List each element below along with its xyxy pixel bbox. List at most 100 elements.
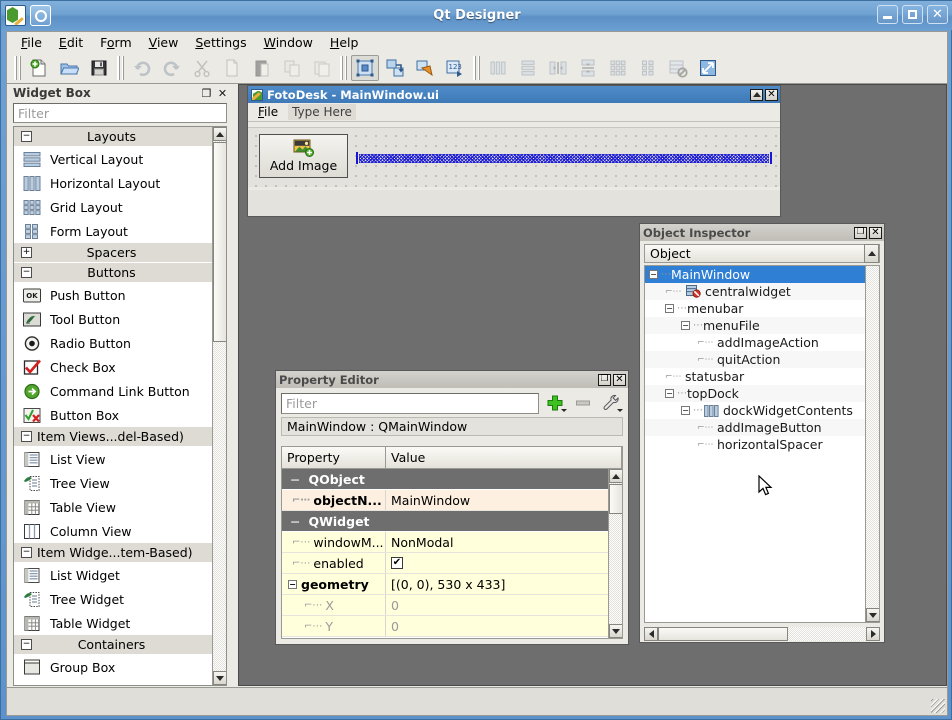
window-system-menu-icon[interactable] (30, 5, 51, 26)
save-form-button[interactable] (85, 55, 113, 81)
redo-button[interactable] (158, 55, 186, 81)
property-filter-input[interactable]: Filter (281, 392, 539, 414)
object-tree-row[interactable]: − ⋯ menubar (645, 300, 865, 317)
collapse-icon[interactable]: − (649, 270, 658, 279)
widget-box-item[interactable]: List Widget (14, 563, 212, 587)
collapse-icon[interactable]: − (21, 547, 32, 558)
layout-splitter-h-button[interactable] (544, 55, 572, 81)
scroll-left-button[interactable] (644, 627, 658, 641)
form-central-widget[interactable] (248, 190, 780, 216)
add-dynamic-property-button[interactable] (543, 392, 567, 414)
close-icon[interactable]: ✕ (216, 87, 229, 100)
layout-vertical-button[interactable] (514, 55, 542, 81)
remove-dynamic-property-button[interactable] (571, 392, 595, 414)
new-form-button[interactable] (25, 55, 53, 81)
property-sub-value-cell[interactable]: 0 (386, 616, 608, 636)
menu-view[interactable]: View (141, 33, 187, 52)
scrollbar-thumb[interactable] (609, 484, 622, 514)
widget-box-category[interactable]: − Buttons (14, 263, 212, 283)
menu-edit[interactable]: Edit (51, 33, 91, 52)
value-column-header[interactable]: Value (386, 447, 622, 469)
widget-box-item[interactable]: Command Link Button (14, 379, 212, 403)
collapse-icon[interactable]: − (290, 514, 300, 529)
object-tree-row[interactable]: − ⋯ MainWindow (645, 266, 865, 283)
maximize-button[interactable] (902, 5, 923, 24)
menu-form[interactable]: Form (92, 33, 140, 52)
scroll-down-button[interactable] (866, 608, 879, 622)
property-value-cell[interactable] (386, 553, 608, 573)
open-form-button[interactable] (55, 55, 83, 81)
widget-box-category[interactable]: − Containers (14, 635, 212, 655)
oi-header-scroll-up[interactable] (864, 244, 879, 263)
object-inspector-hscrollbar[interactable] (644, 626, 880, 642)
menu-window[interactable]: Window (256, 33, 321, 52)
collapse-icon[interactable]: − (681, 406, 690, 415)
pe-float-button[interactable]: ❐ (598, 373, 611, 386)
scrollbar-thumb[interactable] (213, 142, 226, 342)
collapse-icon[interactable]: − (21, 267, 32, 278)
property-sub-row[interactable]: ⌐⋯ X 0 (282, 595, 608, 616)
object-tree-row[interactable]: ⌐⋯ horizontalSpacer (645, 436, 865, 453)
add-image-button[interactable]: Add Image (259, 134, 348, 178)
property-row[interactable]: − geometry [(0, 0), 530 x 433] (282, 574, 608, 595)
form-menu-type-here[interactable]: Type Here (288, 104, 356, 120)
collapse-icon[interactable]: − (21, 131, 32, 142)
scroll-down-button[interactable] (609, 624, 622, 638)
object-tree-row[interactable]: ⌐⋯ addImageButton (645, 419, 865, 436)
object-tree-row[interactable]: − ⋯ dockWidgetContents (645, 402, 865, 419)
scroll-right-button[interactable] (866, 627, 880, 641)
property-group-header[interactable]: − QObject (282, 469, 608, 490)
widget-box-item[interactable]: List View (14, 447, 212, 471)
collapse-icon[interactable]: − (681, 321, 690, 330)
property-table-scrollbar[interactable] (608, 469, 622, 638)
widget-box-item[interactable]: OK Push Button (14, 283, 212, 307)
configure-property-editor-button[interactable] (599, 392, 623, 414)
widget-box-item[interactable]: Tool Button (14, 307, 212, 331)
form-restore-button[interactable] (750, 88, 763, 101)
widget-box-item[interactable]: Radio Button (14, 331, 212, 355)
widget-box-item[interactable]: Horizontal Layout (14, 171, 212, 195)
pe-close-button[interactable]: ✕ (613, 373, 626, 386)
close-button[interactable]: ✕ (927, 5, 948, 24)
copy-button[interactable] (218, 55, 246, 81)
widget-box-item[interactable]: Tree Widget (14, 587, 212, 611)
object-tree-row[interactable]: ⌐⋯ statusbar (645, 368, 865, 385)
property-value-cell[interactable]: MainWindow (386, 490, 608, 510)
clone-button[interactable] (278, 55, 306, 81)
menu-settings[interactable]: Settings (187, 33, 254, 52)
object-tree-row[interactable]: − ⋯ menuFile (645, 317, 865, 334)
paste-button[interactable] (248, 55, 276, 81)
edit-widgets-mode-button[interactable] (351, 54, 379, 81)
collapse-icon[interactable]: − (665, 389, 674, 398)
scroll-down-button[interactable] (213, 671, 226, 685)
property-value-cell[interactable]: [(0, 0), 530 x 433] (386, 574, 608, 594)
float-icon[interactable]: ❐ (200, 87, 213, 100)
form-close-button[interactable]: ✕ (765, 88, 778, 101)
widget-box-item[interactable]: Group Box (14, 655, 212, 679)
minimize-button[interactable] (877, 5, 898, 24)
menu-file[interactable]: File (13, 33, 50, 52)
widget-box-item[interactable]: Tree View (14, 471, 212, 495)
hscroll-thumb[interactable] (658, 627, 788, 641)
hscroll-track[interactable] (658, 627, 866, 641)
widget-box-category[interactable]: − Layouts (14, 127, 212, 147)
horizontal-spacer-widget[interactable] (356, 152, 772, 164)
widget-box-filter-input[interactable]: Filter (13, 103, 227, 123)
object-tree-row[interactable]: ⌐⋯ addImageAction (645, 334, 865, 351)
break-layout-button[interactable] (664, 55, 692, 81)
property-group-header[interactable]: − QWidget (282, 511, 608, 532)
toolbar-drag-handle[interactable] (340, 55, 347, 80)
toolbar-drag-handle[interactable] (473, 55, 480, 80)
property-row[interactable]: ⌐⋯ objectN... MainWindow (282, 490, 608, 511)
menu-help[interactable]: Help (322, 33, 367, 52)
widget-box-category[interactable]: − Item Widge...tem-Based) (14, 543, 212, 563)
object-tree-row[interactable]: − ⋯ topDock (645, 385, 865, 402)
widget-box-item[interactable]: Column View (14, 519, 212, 543)
toolbar-drag-handle[interactable] (14, 55, 21, 80)
layout-splitter-v-button[interactable] (574, 55, 602, 81)
collapse-icon[interactable]: − (21, 431, 32, 442)
expand-icon[interactable]: + (21, 247, 32, 258)
edit-taborder-mode-button[interactable]: 123 (441, 55, 469, 81)
property-value-cell[interactable]: NonModal (386, 532, 608, 552)
adjust-size-button[interactable] (694, 55, 722, 81)
